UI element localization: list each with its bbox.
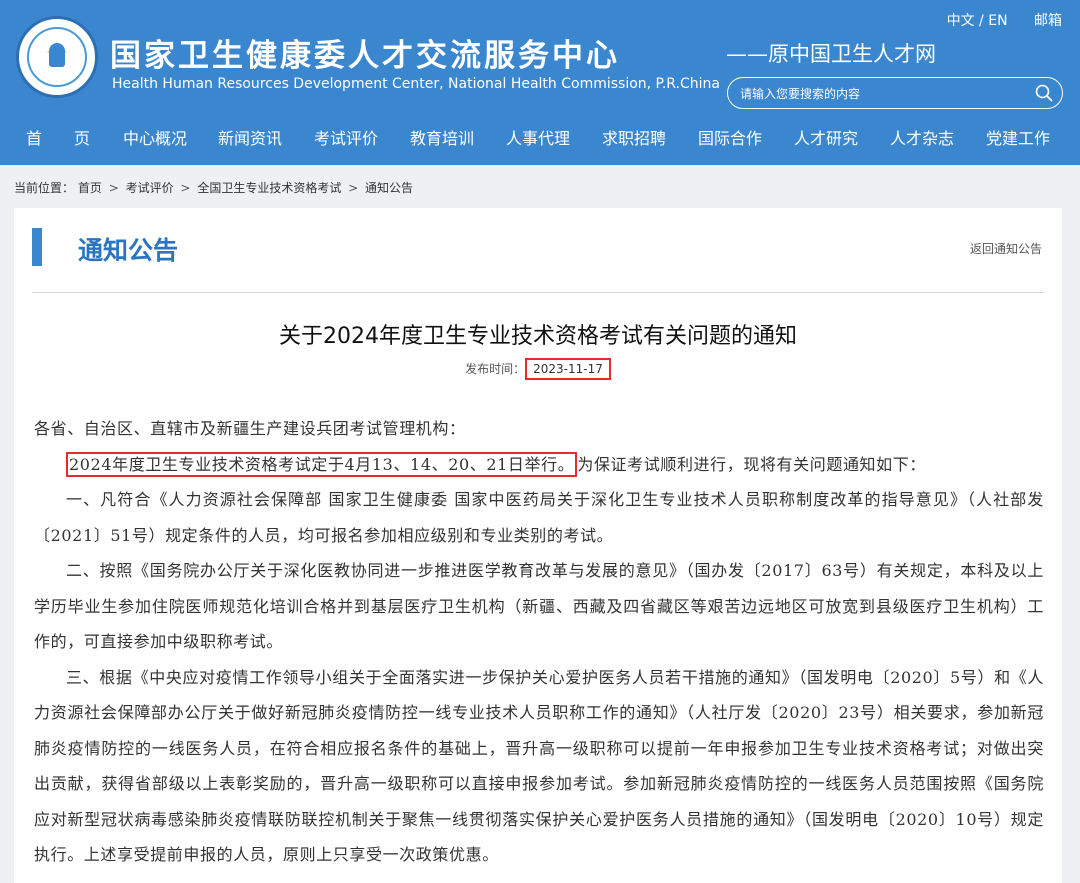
emblem-logo-icon[interactable]: ✦ [16, 16, 98, 98]
article-title: 关于2024年度卫生专业技术资格考试有关问题的通知 [279, 324, 797, 349]
back-to-notices-link[interactable]: 返回通知公告 [970, 240, 1042, 257]
publish-label: 发布时间： [465, 362, 526, 376]
breadcrumb-notices[interactable]: 通知公告 [365, 181, 413, 195]
nav-item-party[interactable]: 党建工作 [970, 115, 1066, 165]
site-header: ✦ 国家卫生健康委人才交流服务中心 Health Human Resources… [0, 0, 1080, 165]
logo-figure [49, 43, 65, 67]
site-name[interactable]: 国家卫生健康委人才交流服务中心 [110, 30, 620, 75]
paragraph-1: 一、凡符合《人力资源社会保障部 国家卫生健康委 国家中医药局关于深化卫生专业技术… [34, 490, 1044, 545]
top-links: 中文 / EN 邮箱 [925, 10, 1062, 30]
breadcrumb-separator: > [348, 181, 359, 195]
mailbox-link[interactable]: 邮箱 [1034, 13, 1062, 29]
nav-item-about[interactable]: 中心概况 [108, 115, 202, 165]
divider [32, 292, 1044, 293]
nav-item-news[interactable]: 新闻资讯 [202, 115, 298, 165]
nav-item-training[interactable]: 教育培训 [394, 115, 490, 165]
search-box [727, 77, 1063, 109]
nav-item-jobs[interactable]: 求职招聘 [586, 115, 682, 165]
search-input[interactable] [740, 84, 1020, 104]
publish-meta: 发布时间： 2023-11-17 [14, 358, 1062, 380]
nav-item-research[interactable]: 人才研究 [778, 115, 874, 165]
intro-rest: 为保证考试顺利进行，现将有关问题通知如下： [577, 454, 926, 474]
paragraph-2: 二、按照《国务院办公厅关于深化医教协同进一步推进医学教育改革与发展的意见》（国办… [34, 561, 1044, 651]
former-site-name: ——原中国卫生人才网 [726, 42, 936, 66]
language-switch-link[interactable]: 中文 / EN [947, 13, 1008, 29]
site-name-en: Health Human Resources Development Cente… [112, 76, 720, 92]
intro-paragraph: 2024年度卫生专业技术资格考试定于4月13、14、20、21日举行。 为保证考试… [34, 447, 1044, 483]
breadcrumb-exams[interactable]: 考试评价 [126, 181, 174, 195]
search-icon[interactable] [1035, 84, 1053, 102]
highlighted-exam-dates: 2024年度卫生专业技术资格考试定于4月13、14、20、21日举行。 [66, 451, 578, 477]
breadcrumb-health-exam[interactable]: 全国卫生专业技术资格考试 [197, 181, 341, 195]
section-title: 通知公告 [78, 236, 179, 265]
content-panel: 通知公告 返回通知公告 关于2024年度卫生专业技术资格考试有关问题的通知 发布… [14, 208, 1062, 883]
paragraph-3: 三、根据《中央应对疫情工作领导小组关于全面落实进一步保护关心爱护医务人员若干措施… [34, 667, 1044, 865]
breadcrumb-home[interactable]: 首页 [78, 181, 102, 195]
greeting-paragraph: 各省、自治区、直辖市及新疆生产建设兵团考试管理机构： [34, 419, 466, 438]
breadcrumb-label: 当前位置： [14, 181, 75, 195]
nav-item-international[interactable]: 国际合作 [682, 115, 778, 165]
nav-item-exams[interactable]: 考试评价 [298, 115, 394, 165]
breadcrumb-separator: > [180, 181, 191, 195]
section-marker [32, 228, 42, 266]
publish-date: 2023-11-17 [525, 358, 611, 380]
nav-item-personnel[interactable]: 人事代理 [490, 115, 586, 165]
nav-item-magazine[interactable]: 人才杂志 [874, 115, 970, 165]
article-body: 各省、自治区、直辖市及新疆生产建设兵团考试管理机构： 2024年度卫生专业技术资… [34, 411, 1044, 873]
breadcrumb: 当前位置： 首页 > 考试评价 > 全国卫生专业技术资格考试 > 通知公告 [14, 179, 413, 196]
main-nav: 首 页 中心概况 新闻资讯 考试评价 教育培训 人事代理 求职招聘 国际合作 人… [0, 115, 1080, 165]
breadcrumb-separator: > [108, 181, 119, 195]
nav-item-home[interactable]: 首 页 [8, 115, 108, 165]
